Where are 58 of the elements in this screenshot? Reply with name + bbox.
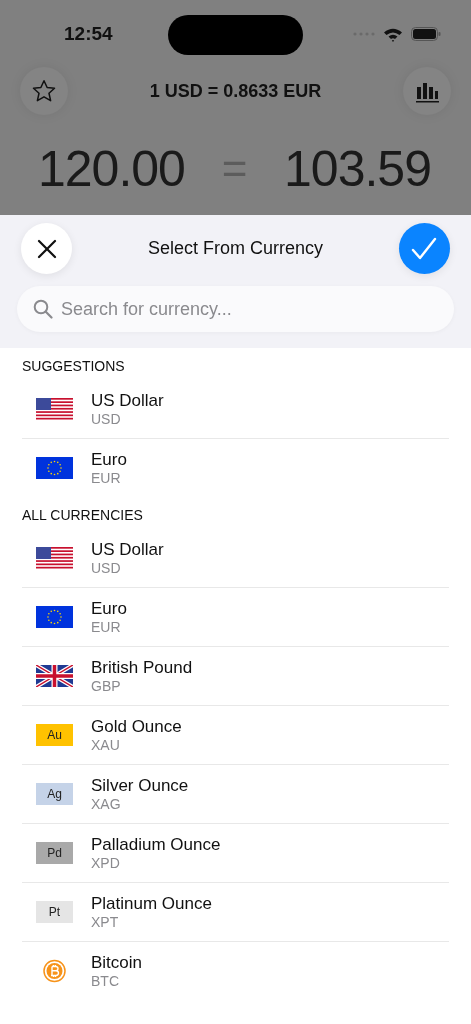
currency-code: USD [91,411,122,427]
flag-icon [36,398,73,420]
metal-symbol: Pt [36,901,73,923]
currency-row[interactable]: Pd Palladium Ounce XPD [22,823,449,882]
metal-symbol: Au [36,724,73,746]
flag-icon [36,606,73,628]
chart-button[interactable] [403,67,451,115]
close-icon [35,237,58,260]
favorite-button[interactable] [20,67,68,115]
flag-icon [36,665,73,687]
flag-icon [36,547,73,569]
currency-row[interactable]: Euro EUR [22,587,449,646]
close-button[interactable] [21,223,72,274]
currency-row[interactable]: Euro EUR [22,438,449,497]
wifi-icon [383,26,403,42]
currency-code: GBP [91,678,122,694]
currency-row[interactable]: Pt Platinum Ounce XPT [22,882,449,941]
currency-row[interactable]: Ag Silver Ounce XAG [22,764,449,823]
sheet-title: Select From Currency [147,238,323,259]
currency-row[interactable]: Bitcoin BTC [22,941,449,1000]
currency-row[interactable]: British Pound GBP [22,646,449,705]
currency-code: XPD [91,855,121,871]
currency-name: Platinum Ounce [91,894,212,914]
search-field[interactable]: Search for currency... [17,286,454,332]
currency-code: XPT [91,914,120,930]
currency-row[interactable]: US Dollar USD [22,380,449,438]
currency-row[interactable]: US Dollar USD [22,529,449,587]
metal-symbol: Pd [36,842,73,864]
exchange-rate: 1 USD = 0.8633 EUR [149,80,322,102]
equals-sign: = [221,143,248,194]
search-icon [33,299,53,319]
currency-name: US Dollar [91,540,164,560]
confirm-button[interactable] [399,223,450,274]
currency-code: BTC [91,973,120,989]
to-amount: 103.59 [284,139,431,198]
from-amount: 120.00 [38,139,185,198]
currency-name: Gold Ounce [91,717,182,737]
flag-icon [36,457,73,479]
checkmark-icon [411,236,438,261]
section-header: SUGGESTIONS [21,357,126,376]
currency-name: Euro [91,599,127,619]
currency-name: Bitcoin [91,953,143,973]
currency-code: EUR [91,619,122,635]
currency-name: US Dollar [91,391,164,411]
currency-name: Palladium Ounce [91,835,221,855]
battery-icon [411,27,441,41]
status-time: 12:54 [64,23,113,45]
currency-row[interactable]: Au Gold Ounce XAU [22,705,449,764]
currency-name: British Pound [91,658,193,678]
currency-name: Silver Ounce [91,776,189,796]
star-icon [31,78,57,104]
currency-name: Euro [91,450,127,470]
metal-symbol: Ag [36,783,73,805]
currency-code: USD [91,560,122,576]
section-header: ALL CURRENCIES [21,506,144,525]
currency-code: XAU [91,737,121,753]
currency-code: XAG [91,796,122,812]
currency-code: EUR [91,470,122,486]
